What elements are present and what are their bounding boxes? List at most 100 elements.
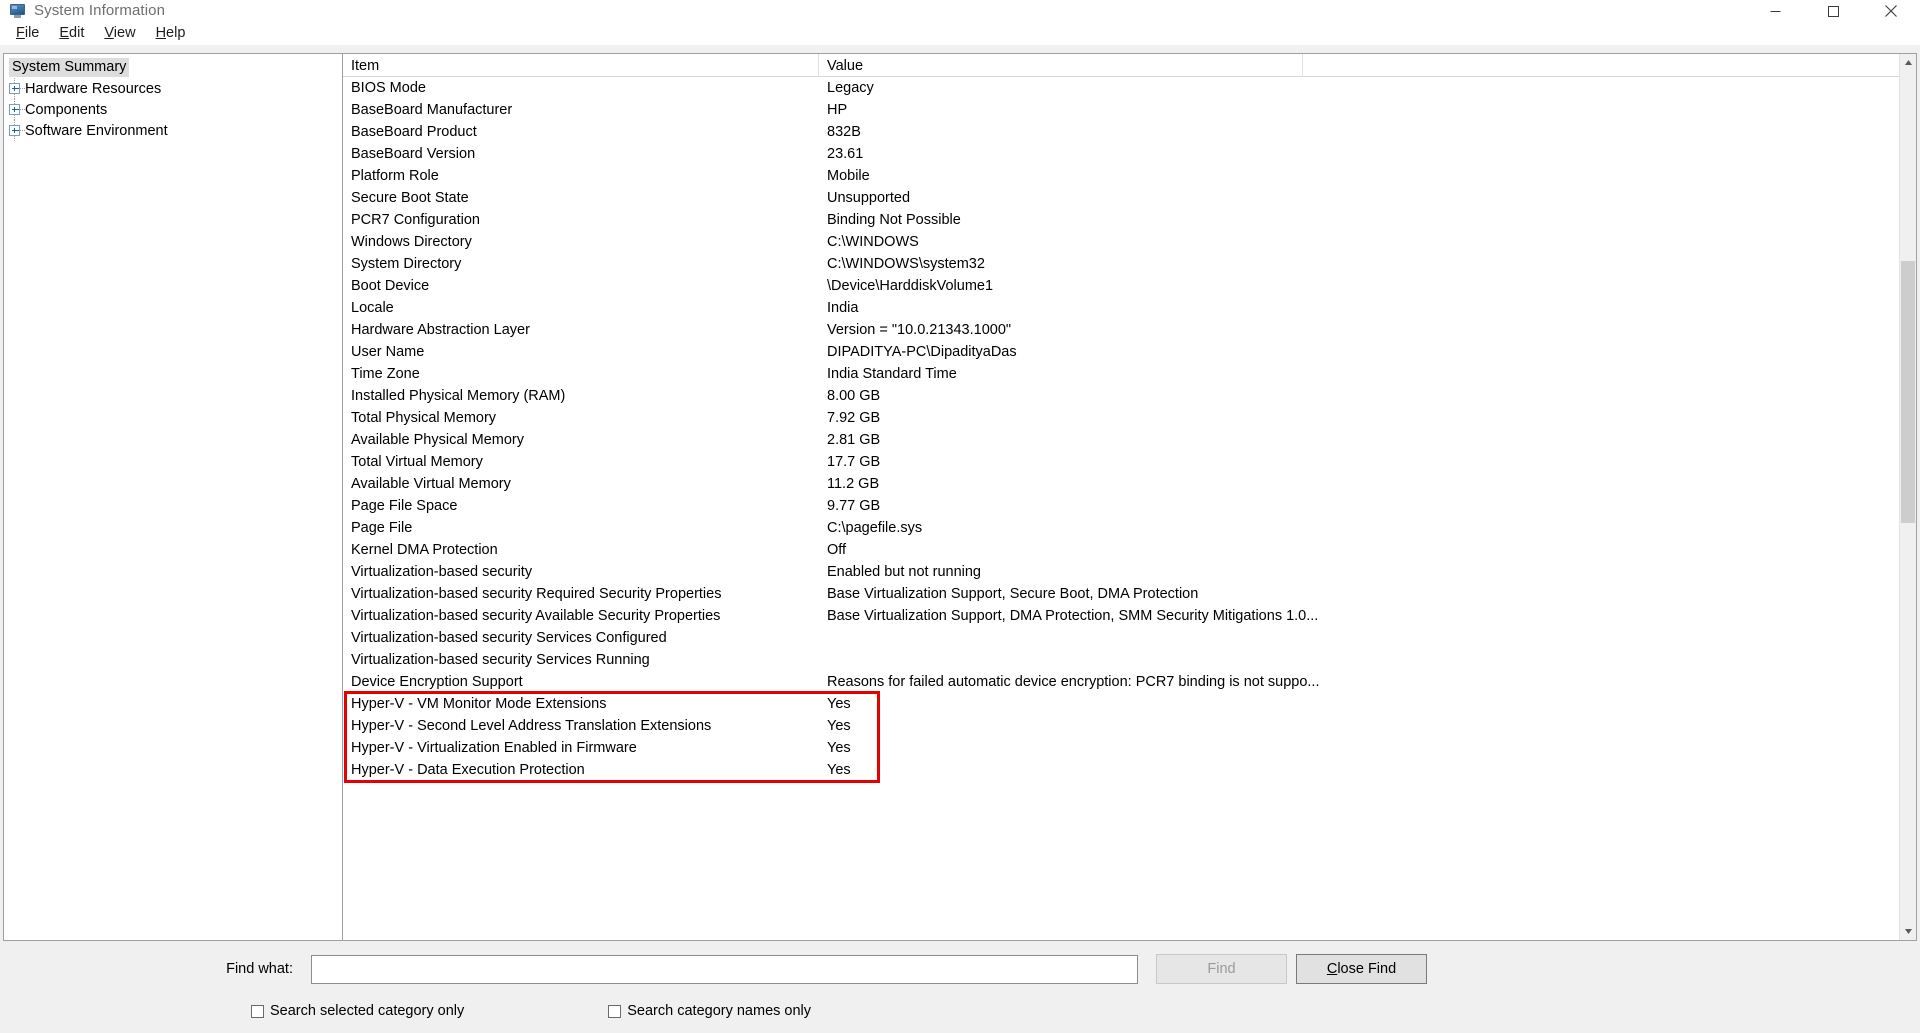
table-row[interactable]: BaseBoard Version 23.61 bbox=[343, 143, 1916, 165]
row-value-cell: India Standard Time bbox=[827, 366, 957, 382]
table-row[interactable]: Virtualization-based security Enabled but… bbox=[343, 561, 1916, 583]
table-row[interactable]: Available Physical Memory 2.81 GB bbox=[343, 429, 1916, 451]
find-bar: Find what: Find Close Find Search select… bbox=[0, 941, 1920, 1033]
table-row[interactable]: System Directory C:\WINDOWS\system32 bbox=[343, 253, 1916, 275]
menu-help[interactable]: Help bbox=[146, 22, 196, 45]
table-row[interactable]: Platform Role Mobile bbox=[343, 165, 1916, 187]
row-value-cell: Yes bbox=[827, 696, 851, 712]
find-options: Search selected category only Search cat… bbox=[0, 999, 1920, 1023]
table-row[interactable]: Total Virtual Memory 17.7 GB bbox=[343, 451, 1916, 473]
tree-item-hardware-resources-label: Hardware Resources bbox=[25, 80, 162, 97]
maximize-button[interactable] bbox=[1804, 0, 1862, 22]
find-what-label: Find what: bbox=[226, 961, 293, 977]
column-header-filler bbox=[1303, 54, 1916, 77]
table-row[interactable]: Virtualization-based security Available … bbox=[343, 605, 1916, 627]
row-value-cell: Yes bbox=[827, 718, 851, 734]
minimize-button[interactable] bbox=[1746, 0, 1804, 22]
tree-item-components[interactable]: Components bbox=[4, 99, 342, 120]
table-row[interactable]: Available Virtual Memory 11.2 GB bbox=[343, 473, 1916, 495]
close-button[interactable] bbox=[1862, 0, 1920, 22]
plus-icon[interactable] bbox=[9, 104, 20, 115]
menu-view[interactable]: View bbox=[94, 22, 145, 45]
table-row[interactable]: Windows Directory C:\WINDOWS bbox=[343, 231, 1916, 253]
window-controls bbox=[1746, 0, 1920, 22]
table-row[interactable]: Total Physical Memory 7.92 GB bbox=[343, 407, 1916, 429]
checkbox-search-category-names[interactable]: Search category names only bbox=[608, 1003, 811, 1019]
row-item-cell: Hyper-V - Virtualization Enabled in Firm… bbox=[351, 740, 637, 756]
table-row[interactable]: Locale India bbox=[343, 297, 1916, 319]
menu-edit[interactable]: Edit bbox=[49, 22, 94, 45]
row-item-cell: System Directory bbox=[351, 256, 462, 272]
table-row[interactable]: Secure Boot State Unsupported bbox=[343, 187, 1916, 209]
table-row[interactable]: Kernel DMA Protection Off bbox=[343, 539, 1916, 561]
table-row[interactable]: Page File Space 9.77 GB bbox=[343, 495, 1916, 517]
row-item-cell: Virtualization-based security Available … bbox=[351, 608, 721, 624]
row-value-cell: C:\WINDOWS bbox=[827, 234, 919, 250]
table-row[interactable]: Hardware Abstraction Layer Version = "10.… bbox=[343, 319, 1916, 341]
checkbox-box[interactable] bbox=[608, 1004, 622, 1018]
row-item-cell: Virtualization-based security Required S… bbox=[351, 586, 722, 602]
find-row: Find what: Find Close Find bbox=[0, 953, 1920, 985]
row-item-cell: Boot Device bbox=[351, 278, 430, 294]
table-row[interactable]: Time Zone India Standard Time bbox=[343, 363, 1916, 385]
row-item-cell: Virtualization-based security Services C… bbox=[351, 630, 667, 646]
plus-icon[interactable] bbox=[9, 83, 20, 94]
find-button[interactable]: Find bbox=[1156, 954, 1287, 984]
tree-item-system-summary[interactable]: System Summary bbox=[4, 57, 342, 78]
category-tree[interactable]: System Summary Hardware Resources Compon… bbox=[3, 53, 342, 941]
table-row[interactable]: Virtualization-based security Services R… bbox=[343, 649, 1916, 671]
row-item-cell: User Name bbox=[351, 344, 425, 360]
close-find-button[interactable]: Close Find bbox=[1296, 954, 1427, 984]
table-row[interactable]: Page File C:\pagefile.sys bbox=[343, 517, 1916, 539]
table-row[interactable]: Hyper-V - Virtualization Enabled in Firm… bbox=[343, 737, 1916, 759]
tree-connector-stub bbox=[20, 109, 25, 110]
row-item-cell: Locale bbox=[351, 300, 394, 316]
title-bar: System Information bbox=[0, 0, 1920, 22]
column-header-item[interactable]: Item bbox=[343, 54, 819, 77]
plus-icon[interactable] bbox=[9, 125, 20, 136]
row-value-cell: Binding Not Possible bbox=[827, 212, 961, 228]
table-row[interactable]: Virtualization-based security Required S… bbox=[343, 583, 1916, 605]
table-row[interactable]: Device Encryption Support Reasons for fai… bbox=[343, 671, 1916, 693]
row-item-cell: Virtualization-based security bbox=[351, 564, 533, 580]
row-item-cell: BIOS Mode bbox=[351, 80, 426, 96]
row-item-cell: Hyper-V - Data Execution Protection bbox=[351, 762, 585, 778]
table-row[interactable]: BaseBoard Product 832B bbox=[343, 121, 1916, 143]
row-item-cell: Installed Physical Memory (RAM) bbox=[351, 388, 566, 404]
row-item-cell: BaseBoard Product bbox=[351, 124, 477, 140]
tree-item-hardware-resources[interactable]: Hardware Resources bbox=[4, 78, 342, 99]
table-row[interactable]: User Name DIPADITYA-PC\DipadityaDas bbox=[343, 341, 1916, 363]
checkbox-box[interactable] bbox=[251, 1004, 264, 1018]
scroll-down-button[interactable] bbox=[1900, 923, 1916, 940]
row-item-cell: Platform Role bbox=[351, 168, 439, 184]
scrollbar-track[interactable] bbox=[1900, 71, 1916, 923]
row-value-cell: Mobile bbox=[827, 168, 870, 184]
table-row[interactable]: BIOS Mode Legacy bbox=[343, 77, 1916, 99]
vertical-scrollbar[interactable] bbox=[1899, 54, 1916, 940]
menu-file[interactable]: File bbox=[6, 22, 49, 45]
table-row[interactable]: Installed Physical Memory (RAM) 8.00 GB bbox=[343, 385, 1916, 407]
row-value-cell: Reasons for failed automatic device encr… bbox=[827, 674, 1320, 690]
system-information-icon bbox=[10, 3, 27, 19]
row-item-cell: Total Virtual Memory bbox=[351, 454, 483, 470]
table-row[interactable]: Hyper-V - Data Execution Protection Yes bbox=[343, 759, 1916, 781]
table-row[interactable]: Virtualization-based security Services C… bbox=[343, 627, 1916, 649]
row-value-cell: C:\pagefile.sys bbox=[827, 520, 923, 536]
row-item-cell: Available Virtual Memory bbox=[351, 476, 511, 492]
find-input[interactable] bbox=[311, 954, 1138, 984]
table-row[interactable]: BaseBoard Manufacturer HP bbox=[343, 99, 1916, 121]
scrollbar-thumb[interactable] bbox=[1901, 261, 1915, 523]
row-value-cell: Yes bbox=[827, 762, 851, 778]
table-row[interactable]: Hyper-V - Second Level Address Translati… bbox=[343, 715, 1916, 737]
table-row[interactable]: Boot Device \Device\HarddiskVolume1 bbox=[343, 275, 1916, 297]
scroll-up-button[interactable] bbox=[1900, 54, 1916, 71]
column-header-value[interactable]: Value bbox=[819, 54, 1303, 77]
tree-item-software-environment[interactable]: Software Environment bbox=[4, 120, 342, 141]
checkbox-search-selected-category[interactable]: Search selected category only bbox=[251, 1003, 464, 1019]
row-value-cell: Off bbox=[827, 542, 847, 558]
menu-view-rest: iew bbox=[113, 24, 136, 41]
table-row[interactable]: Hyper-V - VM Monitor Mode Extensions Yes bbox=[343, 693, 1916, 715]
details-list: Item Value BIOS Mode Legacy BaseBoard Manu… bbox=[342, 53, 1917, 941]
table-row[interactable]: PCR7 Configuration Binding Not Possible bbox=[343, 209, 1916, 231]
row-item-cell: BaseBoard Version bbox=[351, 146, 476, 162]
